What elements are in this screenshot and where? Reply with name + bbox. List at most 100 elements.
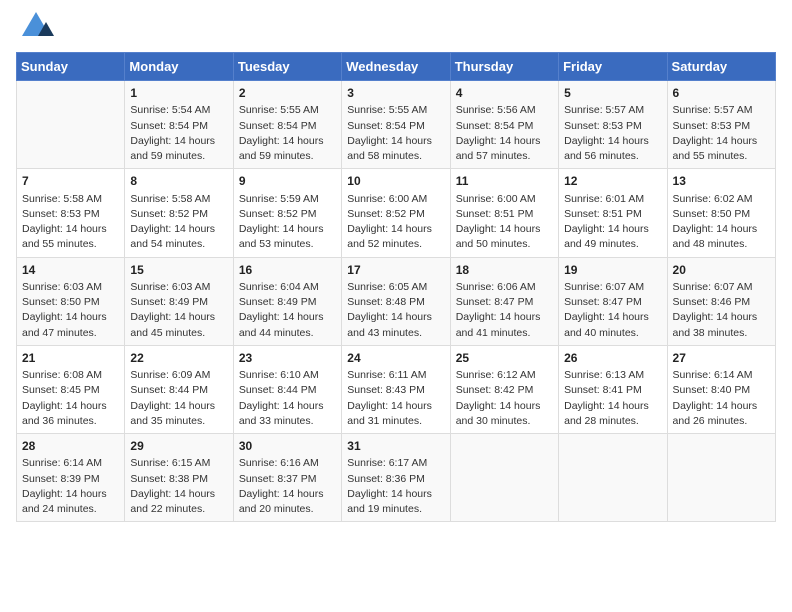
day-number: 23 [239, 350, 337, 367]
cell-info: Sunrise: 6:14 AM Sunset: 8:40 PM Dayligh… [673, 368, 771, 429]
calendar-cell: 22Sunrise: 6:09 AM Sunset: 8:44 PM Dayli… [125, 345, 233, 433]
calendar-cell: 20Sunrise: 6:07 AM Sunset: 8:46 PM Dayli… [667, 257, 775, 345]
day-number: 4 [456, 85, 554, 102]
calendar-cell: 1Sunrise: 5:54 AM Sunset: 8:54 PM Daylig… [125, 81, 233, 169]
calendar-week-row: 1Sunrise: 5:54 AM Sunset: 8:54 PM Daylig… [17, 81, 776, 169]
calendar-cell: 30Sunrise: 6:16 AM Sunset: 8:37 PM Dayli… [233, 434, 341, 522]
calendar-cell: 26Sunrise: 6:13 AM Sunset: 8:41 PM Dayli… [559, 345, 667, 433]
calendar-cell [667, 434, 775, 522]
cell-info: Sunrise: 6:17 AM Sunset: 8:36 PM Dayligh… [347, 456, 445, 517]
calendar-header-row: SundayMondayTuesdayWednesdayThursdayFrid… [17, 53, 776, 81]
cell-info: Sunrise: 5:55 AM Sunset: 8:54 PM Dayligh… [347, 103, 445, 164]
calendar-week-row: 14Sunrise: 6:03 AM Sunset: 8:50 PM Dayli… [17, 257, 776, 345]
cell-info: Sunrise: 6:03 AM Sunset: 8:50 PM Dayligh… [22, 280, 120, 341]
calendar-cell: 29Sunrise: 6:15 AM Sunset: 8:38 PM Dayli… [125, 434, 233, 522]
day-number: 12 [564, 173, 662, 190]
cell-info: Sunrise: 5:56 AM Sunset: 8:54 PM Dayligh… [456, 103, 554, 164]
cell-info: Sunrise: 5:54 AM Sunset: 8:54 PM Dayligh… [130, 103, 228, 164]
cell-info: Sunrise: 5:59 AM Sunset: 8:52 PM Dayligh… [239, 192, 337, 253]
day-number: 22 [130, 350, 228, 367]
cell-info: Sunrise: 5:57 AM Sunset: 8:53 PM Dayligh… [673, 103, 771, 164]
cell-info: Sunrise: 6:11 AM Sunset: 8:43 PM Dayligh… [347, 368, 445, 429]
cell-info: Sunrise: 6:15 AM Sunset: 8:38 PM Dayligh… [130, 456, 228, 517]
calendar-cell: 17Sunrise: 6:05 AM Sunset: 8:48 PM Dayli… [342, 257, 450, 345]
calendar-cell: 7 Sunrise: 5:58 AM Sunset: 8:53 PM Daylig… [17, 169, 125, 257]
calendar-week-row: 28Sunrise: 6:14 AM Sunset: 8:39 PM Dayli… [17, 434, 776, 522]
cell-info: Sunrise: 6:07 AM Sunset: 8:46 PM Dayligh… [673, 280, 771, 341]
cell-info: Sunrise: 6:06 AM Sunset: 8:47 PM Dayligh… [456, 280, 554, 341]
calendar-cell: 13 Sunrise: 6:02 AM Sunset: 8:50 PM Dayli… [667, 169, 775, 257]
logo-icon [18, 8, 54, 44]
calendar-cell: 27Sunrise: 6:14 AM Sunset: 8:40 PM Dayli… [667, 345, 775, 433]
calendar-cell: 4Sunrise: 5:56 AM Sunset: 8:54 PM Daylig… [450, 81, 558, 169]
calendar-cell [450, 434, 558, 522]
calendar-cell: 8Sunrise: 5:58 AM Sunset: 8:52 PM Daylig… [125, 169, 233, 257]
day-number: 21 [22, 350, 120, 367]
calendar-cell [17, 81, 125, 169]
calendar-cell: 9 Sunrise: 5:59 AM Sunset: 8:52 PM Daylig… [233, 169, 341, 257]
header-saturday: Saturday [667, 53, 775, 81]
calendar-cell: 6Sunrise: 5:57 AM Sunset: 8:53 PM Daylig… [667, 81, 775, 169]
cell-info: Sunrise: 5:57 AM Sunset: 8:53 PM Dayligh… [564, 103, 662, 164]
day-number: 28 [22, 438, 120, 455]
calendar-cell: 2Sunrise: 5:55 AM Sunset: 8:54 PM Daylig… [233, 81, 341, 169]
header-friday: Friday [559, 53, 667, 81]
day-number: 19 [564, 262, 662, 279]
cell-info: Sunrise: 5:55 AM Sunset: 8:54 PM Dayligh… [239, 103, 337, 164]
cell-info: Sunrise: 6:14 AM Sunset: 8:39 PM Dayligh… [22, 456, 120, 517]
cell-info: Sunrise: 6:02 AM Sunset: 8:50 PM Dayligh… [673, 192, 771, 253]
cell-info: Sunrise: 6:09 AM Sunset: 8:44 PM Dayligh… [130, 368, 228, 429]
calendar-cell [559, 434, 667, 522]
cell-info: Sunrise: 5:58 AM Sunset: 8:53 PM Dayligh… [22, 192, 120, 253]
calendar-cell: 19Sunrise: 6:07 AM Sunset: 8:47 PM Dayli… [559, 257, 667, 345]
day-number: 29 [130, 438, 228, 455]
header-monday: Monday [125, 53, 233, 81]
calendar-cell: 5Sunrise: 5:57 AM Sunset: 8:53 PM Daylig… [559, 81, 667, 169]
day-number: 15 [130, 262, 228, 279]
calendar-cell: 11Sunrise: 6:00 AM Sunset: 8:51 PM Dayli… [450, 169, 558, 257]
day-number: 6 [673, 85, 771, 102]
calendar-table: SundayMondayTuesdayWednesdayThursdayFrid… [16, 52, 776, 522]
header-tuesday: Tuesday [233, 53, 341, 81]
calendar-week-row: 21Sunrise: 6:08 AM Sunset: 8:45 PM Dayli… [17, 345, 776, 433]
day-number: 24 [347, 350, 445, 367]
calendar-cell: 12 Sunrise: 6:01 AM Sunset: 8:51 PM Dayli… [559, 169, 667, 257]
cell-info: Sunrise: 6:05 AM Sunset: 8:48 PM Dayligh… [347, 280, 445, 341]
day-number: 25 [456, 350, 554, 367]
cell-info: Sunrise: 6:12 AM Sunset: 8:42 PM Dayligh… [456, 368, 554, 429]
header-sunday: Sunday [17, 53, 125, 81]
day-number: 11 [456, 173, 554, 190]
calendar-cell: 3Sunrise: 5:55 AM Sunset: 8:54 PM Daylig… [342, 81, 450, 169]
calendar-cell: 24Sunrise: 6:11 AM Sunset: 8:43 PM Dayli… [342, 345, 450, 433]
calendar-cell: 28Sunrise: 6:14 AM Sunset: 8:39 PM Dayli… [17, 434, 125, 522]
logo [16, 16, 54, 44]
day-number: 13 [673, 173, 771, 190]
day-number: 16 [239, 262, 337, 279]
calendar-cell: 21Sunrise: 6:08 AM Sunset: 8:45 PM Dayli… [17, 345, 125, 433]
day-number: 10 [347, 173, 445, 190]
cell-info: Sunrise: 6:01 AM Sunset: 8:51 PM Dayligh… [564, 192, 662, 253]
cell-info: Sunrise: 6:16 AM Sunset: 8:37 PM Dayligh… [239, 456, 337, 517]
calendar-cell: 23Sunrise: 6:10 AM Sunset: 8:44 PM Dayli… [233, 345, 341, 433]
calendar-cell: 18Sunrise: 6:06 AM Sunset: 8:47 PM Dayli… [450, 257, 558, 345]
day-number: 5 [564, 85, 662, 102]
day-number: 26 [564, 350, 662, 367]
calendar-cell: 25Sunrise: 6:12 AM Sunset: 8:42 PM Dayli… [450, 345, 558, 433]
cell-info: Sunrise: 6:13 AM Sunset: 8:41 PM Dayligh… [564, 368, 662, 429]
calendar-cell: 16Sunrise: 6:04 AM Sunset: 8:49 PM Dayli… [233, 257, 341, 345]
day-number: 18 [456, 262, 554, 279]
day-number: 17 [347, 262, 445, 279]
calendar-week-row: 7 Sunrise: 5:58 AM Sunset: 8:53 PM Daylig… [17, 169, 776, 257]
cell-info: Sunrise: 6:00 AM Sunset: 8:52 PM Dayligh… [347, 192, 445, 253]
day-number: 31 [347, 438, 445, 455]
day-number: 7 [22, 173, 120, 190]
header-wednesday: Wednesday [342, 53, 450, 81]
cell-info: Sunrise: 6:03 AM Sunset: 8:49 PM Dayligh… [130, 280, 228, 341]
calendar-cell: 15Sunrise: 6:03 AM Sunset: 8:49 PM Dayli… [125, 257, 233, 345]
day-number: 2 [239, 85, 337, 102]
day-number: 8 [130, 173, 228, 190]
day-number: 9 [239, 173, 337, 190]
day-number: 30 [239, 438, 337, 455]
calendar-cell: 10 Sunrise: 6:00 AM Sunset: 8:52 PM Dayli… [342, 169, 450, 257]
page-header [16, 16, 776, 44]
